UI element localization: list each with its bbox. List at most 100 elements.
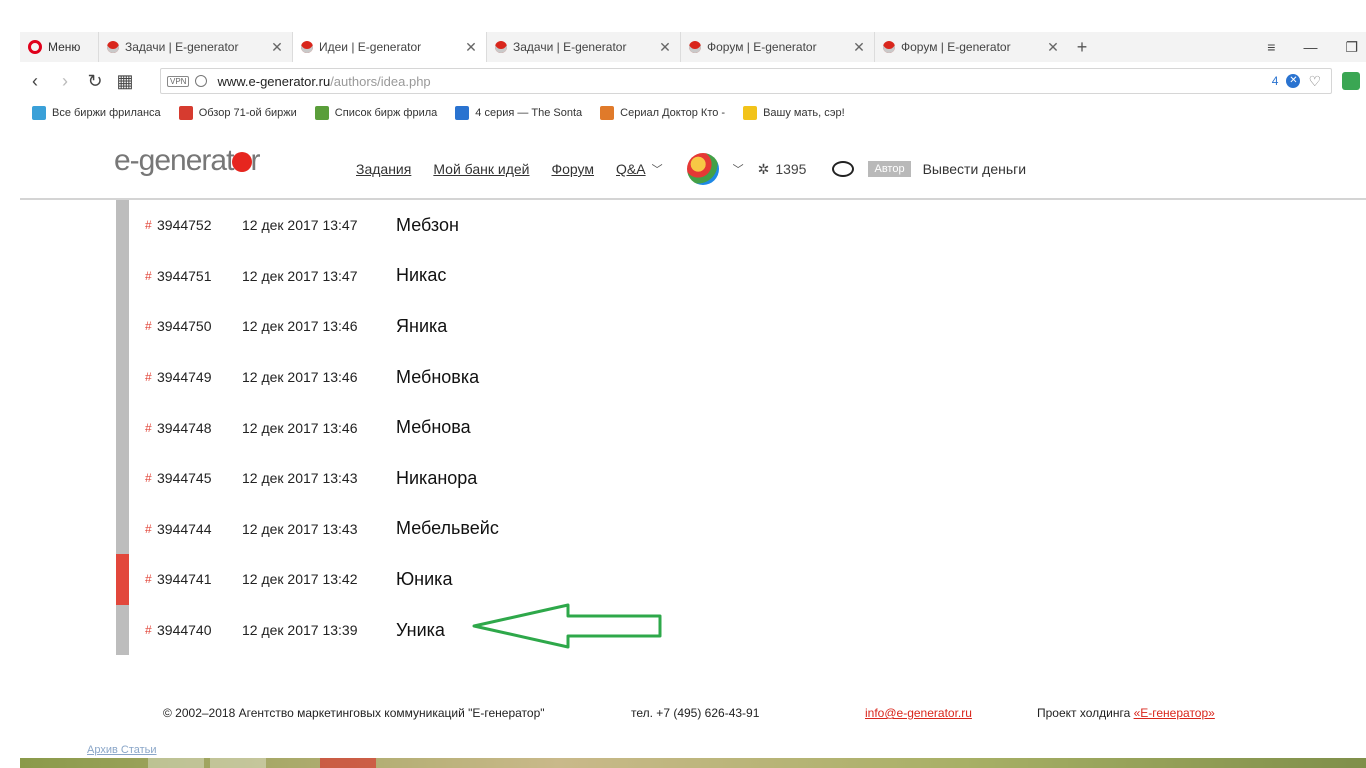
gear-icon: ✲ bbox=[757, 160, 770, 177]
bookmark-item[interactable]: Все биржи фриланса bbox=[32, 106, 161, 120]
taskbar-button[interactable] bbox=[320, 758, 376, 768]
user-menu[interactable]: ﹀ bbox=[686, 153, 744, 185]
footer-phone: тел. +7 (495) 626-43-91 bbox=[631, 706, 760, 720]
bookmark-item[interactable]: Обзор 71-ой биржи bbox=[178, 106, 297, 120]
browser-tab[interactable]: Задачи | E-generator ✕ bbox=[98, 32, 292, 62]
forward-icon[interactable]: › bbox=[50, 71, 80, 92]
close-tab-icon[interactable]: ✕ bbox=[852, 39, 866, 56]
url-path: /authors/idea.php bbox=[330, 73, 431, 89]
nav-qa: Q&A bbox=[616, 161, 646, 177]
idea-date: 12 дек 2017 13:43 bbox=[242, 520, 358, 537]
bookmark-heart-icon[interactable]: ♡ bbox=[1308, 73, 1321, 90]
bookmark-item[interactable]: 4 серия — The Sonta bbox=[455, 106, 582, 120]
close-tab-icon[interactable]: ✕ bbox=[270, 39, 284, 56]
footer-sub-links[interactable]: Архив Статьи bbox=[87, 744, 157, 756]
nav-tasks[interactable]: Задания bbox=[356, 161, 411, 177]
minimize-icon[interactable]: — bbox=[1303, 39, 1317, 56]
new-tab-button[interactable]: + bbox=[1068, 37, 1096, 58]
globe-icon bbox=[195, 75, 208, 87]
bookmark-item[interactable]: Вашу мать, сэр! bbox=[743, 106, 845, 120]
nav-forum[interactable]: Форум bbox=[551, 161, 594, 177]
browser-tab[interactable]: Задачи | E-generator ✕ bbox=[486, 32, 680, 62]
bookmark-favicon-icon bbox=[314, 106, 329, 120]
idea-date: 12 дек 2017 13:47 bbox=[242, 217, 358, 234]
idea-date: 12 дек 2017 13:39 bbox=[242, 622, 358, 639]
site-favicon-icon bbox=[689, 41, 701, 53]
idea-id[interactable]: 3944752 bbox=[157, 217, 212, 233]
withdraw-link[interactable]: Вывести деньги bbox=[923, 161, 1027, 177]
extension-shield-icon[interactable] bbox=[1342, 72, 1360, 90]
reload-icon[interactable]: ↻ bbox=[80, 71, 110, 92]
footer-holding-link[interactable]: «Е-генератор» bbox=[1134, 706, 1215, 720]
hash-icon: # bbox=[145, 268, 152, 283]
browser-tab[interactable]: Форум | E-generator ✕ bbox=[680, 32, 874, 62]
hash-icon: # bbox=[145, 521, 152, 536]
address-field[interactable]: VPN www.e-generator.ru/authors/idea.php … bbox=[160, 68, 1332, 94]
close-tab-icon[interactable]: ✕ bbox=[464, 39, 478, 56]
idea-row[interactable]: #3944741 12 дек 2017 13:42 Юника bbox=[116, 554, 716, 605]
close-tab-icon[interactable]: ✕ bbox=[1046, 39, 1060, 56]
bookmark-label: Все биржи фриланса bbox=[52, 107, 161, 119]
main-nav: Задания Мой банк идей Форум Q&A ﹀ ﹀ ✲ 13… bbox=[356, 153, 1026, 185]
idea-name: Яника bbox=[396, 315, 448, 336]
annotation-arrow-icon bbox=[472, 603, 662, 649]
opera-menu-button[interactable]: Меню bbox=[20, 32, 98, 62]
idea-id[interactable]: 3944745 bbox=[157, 470, 212, 486]
ad-blocker-icon[interactable]: ✕ bbox=[1286, 74, 1301, 88]
site-logo[interactable]: e-generat r bbox=[114, 144, 260, 178]
idea-row[interactable]: #3944752 12 дек 2017 13:47 Мебзон bbox=[116, 200, 716, 251]
bookmark-item[interactable]: Сериал Доктор Кто - bbox=[600, 106, 725, 120]
bookmark-favicon-icon bbox=[178, 106, 193, 120]
idea-date: 12 дек 2017 13:47 bbox=[242, 267, 358, 284]
maximize-icon[interactable]: ❐ bbox=[1345, 39, 1358, 56]
tab-title: Задачи | E-generator bbox=[125, 40, 239, 54]
avatar bbox=[686, 153, 719, 185]
close-tab-icon[interactable]: ✕ bbox=[658, 39, 672, 56]
role-badge: Автор bbox=[868, 161, 911, 177]
footer-email-link[interactable]: info@e-generator.ru bbox=[865, 706, 972, 720]
idea-date: 12 дек 2017 13:46 bbox=[242, 369, 358, 386]
tab-title: Задачи | E-generator bbox=[513, 40, 627, 54]
idea-status-bar bbox=[116, 200, 129, 251]
idea-status-bar bbox=[116, 452, 129, 504]
vpn-badge[interactable]: VPN bbox=[167, 75, 190, 87]
idea-row[interactable]: #3944748 12 дек 2017 13:46 Мебнова bbox=[116, 402, 716, 453]
bookmark-item[interactable]: Список бирж фрила bbox=[314, 106, 437, 120]
nav-idea-bank[interactable]: Мой банк идей bbox=[433, 161, 529, 177]
site-header: e-generat r Задания Мой банк идей Форум Q… bbox=[20, 126, 1366, 200]
idea-row[interactable]: #3944750 12 дек 2017 13:46 Яника bbox=[116, 301, 716, 352]
url-text[interactable]: www.e-generator.ru/authors/idea.php bbox=[217, 74, 430, 89]
idea-id[interactable]: 3944741 bbox=[157, 571, 212, 587]
browser-tab[interactable]: Форум | E-generator ✕ bbox=[874, 32, 1068, 62]
idea-id[interactable]: 3944748 bbox=[157, 420, 212, 436]
idea-status-bar bbox=[116, 301, 129, 352]
taskbar-button[interactable] bbox=[210, 758, 266, 768]
back-icon[interactable]: ‹ bbox=[20, 71, 50, 92]
speed-dial-icon[interactable]: ▦ bbox=[110, 71, 140, 92]
menu-label: Меню bbox=[48, 40, 81, 54]
idea-row[interactable]: #3944749 12 дек 2017 13:46 Мебновка bbox=[116, 351, 716, 403]
tab-menu-icon[interactable]: ≡ bbox=[1267, 39, 1275, 56]
ideas-list: #3944752 12 дек 2017 13:47 Мебзон #3944751 1… bbox=[116, 200, 716, 656]
site-favicon-icon bbox=[495, 41, 507, 53]
idea-id[interactable]: 3944751 bbox=[157, 268, 212, 284]
taskbar-button[interactable] bbox=[148, 758, 204, 768]
idea-date: 12 дек 2017 13:43 bbox=[242, 470, 358, 487]
idea-row[interactable]: #3944751 12 дек 2017 13:47 Никас bbox=[116, 250, 716, 302]
idea-row[interactable]: #3944745 12 дек 2017 13:43 Никанора bbox=[116, 452, 716, 504]
url-host: www.e-generator.ru bbox=[217, 73, 331, 89]
browser-tab[interactable]: Идеи | E-generator ✕ bbox=[292, 32, 486, 62]
bookmark-favicon-icon bbox=[743, 106, 758, 120]
idea-name: Юника bbox=[396, 568, 453, 589]
idea-id[interactable]: 3944740 bbox=[157, 622, 212, 638]
idea-id[interactable]: 3944750 bbox=[157, 318, 212, 334]
chevron-down-icon: ﹀ bbox=[732, 164, 744, 176]
browser-tab-bar: Меню Задачи | E-generator ✕ Идеи | E-gener… bbox=[20, 32, 1366, 62]
nav-qa-dropdown[interactable]: Q&A ﹀ bbox=[616, 161, 663, 177]
chevron-down-icon: ﹀ bbox=[651, 164, 663, 176]
idea-id[interactable]: 3944749 bbox=[157, 369, 212, 385]
messages-icon[interactable] bbox=[832, 161, 855, 177]
idea-id[interactable]: 3944744 bbox=[157, 521, 212, 537]
idea-row[interactable]: #3944744 12 дек 2017 13:43 Мебельвейс bbox=[116, 503, 716, 555]
blocked-count: 4 bbox=[1271, 74, 1279, 88]
